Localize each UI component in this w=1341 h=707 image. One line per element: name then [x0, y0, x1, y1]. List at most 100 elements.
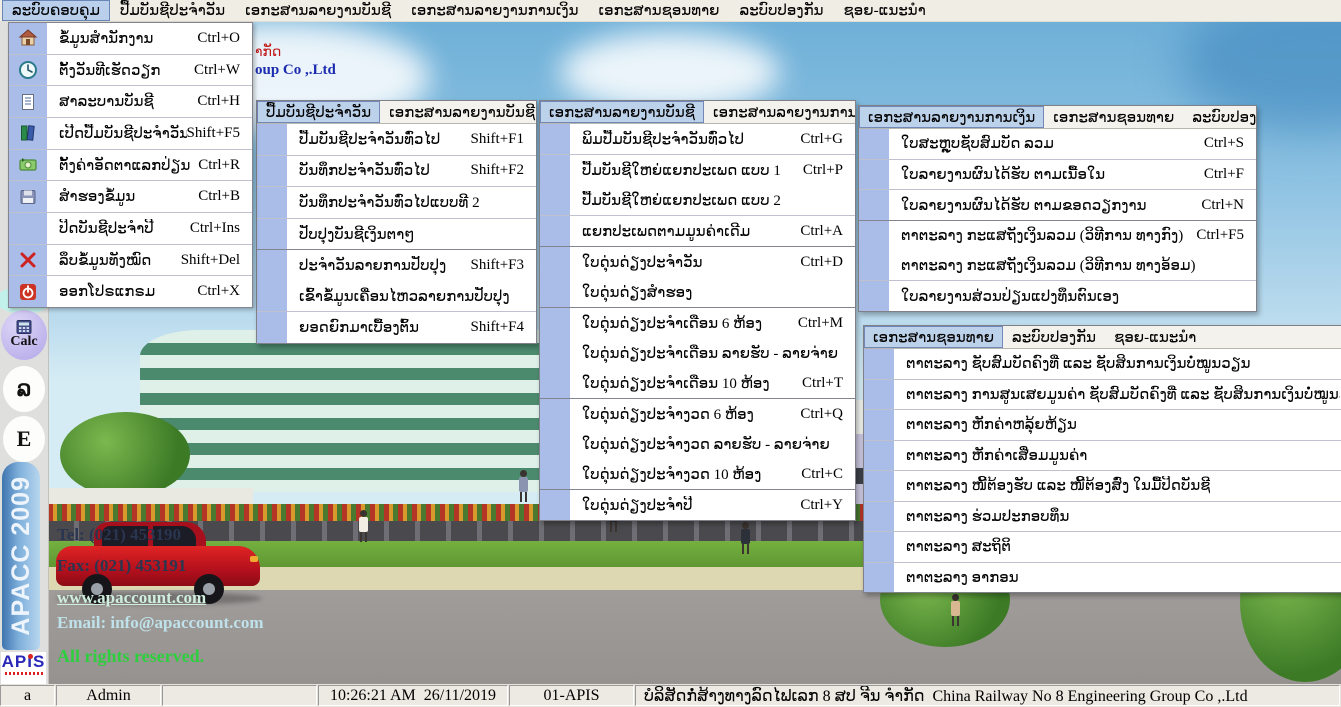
menu-item[interactable]: ຂໍ້ມູນສຳນັກງານ Ctrl+O	[9, 23, 252, 55]
menu-item[interactable]: ໃບລາຍງານສ່ວນປ່ຽນແປງທຶນຕົນເອງ	[859, 281, 1256, 311]
menu-item[interactable]: ແຍກປະເພດຕາມມູນຄ່າເດີມ Ctrl+A	[540, 216, 855, 247]
menu-item-label: ຕາຕະລາງ ຮ່ວມປະກອບທຶນ	[906, 507, 1069, 526]
menu-item-shortcut: Ctrl+O	[197, 30, 252, 47]
menubar-item[interactable]: ລະບົບຄອບຄຸມ	[2, 0, 110, 21]
menu-list: ພິມປື້ມບັນຊີປະຈຳວັນທົ່ວໄປ Ctrl+G ປື້ມບັນ…	[540, 124, 855, 520]
pedestrian	[518, 470, 529, 502]
menu-item-label: ປິດບັນຊີປະຈຳປີ	[59, 219, 154, 238]
menu-tab[interactable]: ລະບົບປອງກັນ	[1183, 106, 1256, 128]
apis-logo: APIS	[1, 652, 46, 684]
status-bar: a Admin 10:26:21 AM 26/11/2019 01-APIS ບ…	[0, 684, 1341, 707]
menu-item[interactable]: ຕາຕະລາງ ໜີ້ຕ້ອງຮັບ ແລະ ໜີ້ຕ້ອງສົ່ງ ໃນມື້…	[864, 471, 1341, 502]
menu-item[interactable]: ຕາຕະລາງ ກະແສຖັງເງິນລວມ (ວິທີການ ທາງອ້ອມ)	[859, 251, 1256, 282]
menu-item[interactable]: ສາລະບານບັນຊີ Ctrl+H	[9, 86, 252, 118]
menu-tab[interactable]: ເອກະສານຊອນທາຍ	[1044, 106, 1183, 128]
menu-item[interactable]: ໃບສະຫຼຸບຊັບສົມບັດ ລວມ Ctrl+S	[859, 129, 1256, 160]
menubar-item[interactable]: ຊອຍ-ແນະນຳ	[834, 0, 936, 21]
menu-item[interactable]: ບັນທຶກປະຈຳວັນທົ່ວໄປ Shift+F2	[257, 156, 536, 188]
menu-item[interactable]: ປື້ມບັນຊີໃຫຍ່ແຍກປະເພດ ແບບ 2	[540, 185, 855, 216]
pedestrian	[740, 522, 751, 554]
menu-tab[interactable]: ເອກະສານລາຍງານການເງິນ	[859, 106, 1044, 128]
menu-item-shortcut: Shift+Del	[181, 252, 252, 269]
menu-item-label: ໃບດຸ່ນດ່ຽງປະຈຳເດືອນ ລາຍຮັບ - ລາຍຈ່າຍ	[582, 344, 838, 363]
menu-item[interactable]: ເຂົ້າຂໍ້ມູນເຄື່ອນໄຫວລາຍການປັບປຸງ	[257, 281, 536, 313]
status-user-initial: a	[0, 685, 55, 706]
menubar-item[interactable]: ປື້ມບັນຊີປະຈຳວັນ	[110, 0, 235, 21]
menu-item-icon	[18, 218, 38, 238]
menu-item[interactable]: ໃບດຸ່ນດ່ຽງປະຈຳງວດ 10 ຫ້ອງ Ctrl+C	[540, 459, 855, 490]
menu-item[interactable]: ປະຈຳວັນລາຍການປັບປຸງ Shift+F3	[257, 250, 536, 281]
menu-item-label: ປະຈຳວັນລາຍການປັບປຸງ	[299, 256, 446, 275]
menu-item[interactable]: ສຳຮອງຂໍ້ມູນ Ctrl+B	[9, 181, 252, 213]
menu-item[interactable]: ໃບດຸ່ນດ່ຽງປະຈຳປີ Ctrl+Y	[540, 490, 855, 520]
menu-tab-bar: ເອກະສານລາຍງານບັນຊີ ເອກະສານລາຍງານການເງິນ …	[540, 101, 855, 124]
menubar-item[interactable]: ເອກະສານລາຍງານບັນຊີ	[235, 0, 401, 21]
menu-tab[interactable]: ເອກະສານລາຍງານການເງິນ	[704, 101, 855, 123]
menu-item[interactable]: ເປີດປື້ມບັນຊີປະຈຳວັນ Shift+F5	[9, 118, 252, 150]
lao-language-button[interactable]: ລ	[3, 366, 45, 412]
menu-tab[interactable]: ເອກະສານລາຍງານບັນຊີ	[540, 101, 704, 123]
menu-item[interactable]: ໃບດຸ່ນດ່ຽງປະຈຳງວດ ລາຍຮັບ - ລາຍຈ່າຍ	[540, 429, 855, 459]
menubar-item[interactable]: ເອກະສານລາຍງານການເງິນ	[401, 0, 588, 21]
document-icon	[18, 92, 38, 112]
menu-item[interactable]: ອອກໂປຣແກຣມ Ctrl+X	[9, 276, 252, 307]
menu-item[interactable]: ໃບດຸ່ນດ່ຽງປະຈຳເດືອນ 6 ຫ້ອງ Ctrl+M	[540, 308, 855, 338]
menu-tab[interactable]: ລະບົບປອງກັນ	[1003, 326, 1105, 348]
menu-item[interactable]: ຕັ້ງວັນທີເຮັດວຽກ Ctrl+W	[9, 55, 252, 87]
calculator-button[interactable]: Calc	[1, 310, 47, 360]
menu-item[interactable]: ລຶບຂໍ້ມູນທັງໝົດ Shift+Del	[9, 245, 252, 277]
menu-item[interactable]: ປື້ມບັນຊີໃຫຍ່ແຍກປະເພດ ແບບ 1 Ctrl+P	[540, 155, 855, 185]
menu-item-label: ຕາຕະລາງ ຫັກຄ່າຫລຸ້ຍຫ້ຽນ	[906, 415, 1077, 434]
pedestrian	[358, 510, 369, 542]
menu-item[interactable]: ຍອດຍົກມາເບື້ອງຕົ້ນ Shift+F4	[257, 312, 536, 343]
menu-item[interactable]: ຕາຕະລາງ ຫັກຄ່າຫລຸ້ຍຫ້ຽນ	[864, 410, 1341, 441]
menu-item[interactable]: ໃບດຸ່ນດ່ຽງປະຈຳເດືອນ ລາຍຮັບ - ລາຍຈ່າຍ	[540, 338, 855, 368]
menu-item[interactable]: ໃບດຸ່ນດ່ຽງສຳຮອງ	[540, 277, 855, 308]
menu-item-shortcut: Ctrl+R	[198, 157, 252, 174]
menu-item-shortcut: Ctrl+W	[194, 62, 252, 79]
menu-item[interactable]: ປິດບັນຊີປະຈຳປີ Ctrl+Ins	[9, 213, 252, 245]
menu-item-label: ເປີດປື້ມບັນຊີປະຈຳວັນ	[59, 124, 187, 143]
menu-item-label: ຕັ້ງຄ່າອັດຕາແລກປ່ຽນ	[59, 156, 190, 175]
status-empty-segment	[162, 685, 317, 706]
menu-item-label: ໃບລາຍງານສ່ວນປ່ຽນແປງທຶນຕົນເອງ	[901, 287, 1119, 306]
menu-item[interactable]: ໃບດຸ່ນດ່ຽງປະຈຳເດືອນ 10 ຫ້ອງ Ctrl+T	[540, 368, 855, 399]
apis-logo-text: APIS	[1, 652, 46, 672]
menu-item-label: ຕາຕະລາງ ຊັບສົມບັດຄົງທີ່ ແລະ ຊັບສິນການເງິ…	[906, 354, 1251, 373]
menu-item[interactable]: ຕາຕະລາງ ສະຖິຕິ	[864, 532, 1341, 563]
menu-item-label: ປື້ມບັນຊີປະຈຳວັນທົ່ວໄປ	[299, 130, 440, 149]
menu-item-shortcut: Ctrl+S	[1204, 135, 1256, 152]
menu-item-label: ຕາຕະລາງ ການສູນເສຍມູນຄ່າ ຊັບສົມບັດຄົງທີ່ …	[906, 385, 1340, 404]
menu-item-shortcut: Shift+F3	[471, 257, 536, 274]
menu-item-shortcut: Ctrl+B	[198, 188, 252, 205]
menubar-item[interactable]: ລະບົບປອງກັນ	[730, 0, 834, 21]
menu-tab[interactable]: ຊອຍ-ແນະນຳ	[1105, 326, 1205, 348]
menu-item[interactable]: ຕາຕະລາງ ຊັບສົມບັດຄົງທີ່ ແລະ ຊັບສິນການເງິ…	[864, 349, 1341, 380]
menu-tab[interactable]: ເອກະສານລາຍງານບັນຊີ	[380, 101, 536, 123]
menu-item[interactable]: ໃບດຸ່ນດ່ຽງປະຈຳງວດ 6 ຫ້ອງ Ctrl+Q	[540, 399, 855, 429]
home-icon	[18, 28, 38, 48]
menu-item[interactable]: ຕາຕະລາງ ອາກອນ	[864, 563, 1341, 593]
menu-item[interactable]: ຕາຕະລາງ ການສູນເສຍມູນຄ່າ ຊັບສົມບັດຄົງທີ່ …	[864, 380, 1341, 411]
menu-item-shortcut: Shift+F5	[187, 125, 252, 142]
menu-item-label: ຕັ້ງວັນທີເຮັດວຽກ	[59, 61, 160, 80]
menu-tab[interactable]: ປື້ມບັນຊີປະຈຳວັນ	[257, 101, 380, 123]
floating-menu-daybook: ປື້ມບັນຊີປະຈຳວັນ ເອກະສານລາຍງານບັນຊີ ເອກະ…	[256, 100, 537, 344]
menu-item[interactable]: ປັບປຸງບັນຊີເງິນຕາໆ	[257, 219, 536, 251]
menubar-item[interactable]: ເອກະສານຊອນທາຍ	[588, 0, 729, 21]
menu-item[interactable]: ບັນທຶກປະຈຳວັນທົ່ວໄປແບບທີ 2	[257, 187, 536, 219]
menu-item[interactable]: ຕັ້ງຄ່າອັດຕາແລກປ່ຽນ Ctrl+R	[9, 150, 252, 182]
menu-item-label: ໃບດຸ່ນດ່ຽງປະຈຳເດືອນ 6 ຫ້ອງ	[582, 314, 762, 333]
english-language-button[interactable]: E	[3, 416, 45, 462]
menu-item[interactable]: ຕາຕະລາງ ຮ່ວມປະກອບທຶນ	[864, 502, 1341, 533]
menu-item[interactable]: ຕາຕະລາງ ກະແສຖັງເງິນລວມ (ວິທີການ ທາງກົງ) …	[859, 221, 1256, 251]
menu-item[interactable]: ໃບລາຍງານຜົນໄດ້ຮັບ ຕາມເນື້ອໃນ Ctrl+F	[859, 160, 1256, 191]
status-station-code: 01-APIS	[509, 685, 634, 706]
menu-item-shortcut: Ctrl+A	[800, 223, 855, 240]
menu-item[interactable]: ພິມປື້ມບັນຊີປະຈຳວັນທົ່ວໄປ Ctrl+G	[540, 124, 855, 155]
menu-item[interactable]: ໃບລາຍງານຜົນໄດ້ຮັບ ຕາມຂອດວຽກງານ Ctrl+N	[859, 190, 1256, 221]
menu-item[interactable]: ໃບດຸ່ນດ່ຽງປະຈຳວັນ Ctrl+D	[540, 247, 855, 277]
menu-tab[interactable]: ເອກະສານຊອນທາຍ	[864, 326, 1003, 348]
menu-item[interactable]: ປື້ມບັນຊີປະຈຳວັນທົ່ວໄປ Shift+F1	[257, 124, 536, 156]
menu-item[interactable]: ຕາຕະລາງ ຫັກຄ່າເສື່ອມມູນຄ່າ	[864, 441, 1341, 472]
